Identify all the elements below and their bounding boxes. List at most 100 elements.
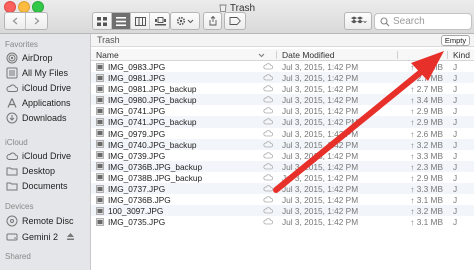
sidebar-item-label: Documents bbox=[22, 180, 68, 191]
cloud-icon bbox=[263, 196, 273, 203]
file-kind: J bbox=[453, 195, 458, 206]
table-row[interactable]: IMG_0981.JPG Jul 3, 2015, 1:42 PM ↑ 2.7 MB… bbox=[91, 72, 474, 84]
file-icon bbox=[96, 140, 104, 148]
back-button[interactable] bbox=[5, 13, 26, 29]
sidebar-item-documents[interactable]: Documents bbox=[6, 179, 90, 192]
file-name: IMG_0981.JPG_backup bbox=[108, 84, 197, 95]
file-size-value: 3.2 MB bbox=[416, 139, 443, 150]
file-icon bbox=[96, 95, 104, 104]
column-view-icon bbox=[134, 16, 146, 26]
sidebar-item-applications[interactable]: Applications bbox=[6, 96, 90, 109]
cloud-icon bbox=[263, 140, 273, 148]
tag-icon bbox=[229, 17, 241, 25]
cloud-icon bbox=[263, 152, 273, 159]
search-icon bbox=[380, 17, 390, 27]
file-icon bbox=[96, 118, 104, 126]
file-size-value: 2.7 MB bbox=[416, 73, 443, 84]
file-name: IMG_0736B.JPG bbox=[108, 195, 171, 206]
file-name: IMG_0739.JPG bbox=[108, 150, 166, 161]
file-size: ↑ 3.1 MB bbox=[402, 195, 443, 205]
icon-view-button[interactable] bbox=[93, 13, 112, 29]
file-size-value: 2.7 MB bbox=[416, 84, 443, 95]
file-size: ↑ 3.2 MB bbox=[402, 206, 443, 216]
file-size: ↑ 3.3 MB bbox=[402, 62, 443, 72]
sidebar-item-airdrop[interactable]: AirDrop bbox=[6, 51, 90, 64]
file-kind: J bbox=[453, 117, 458, 128]
file-name: IMG_0737.JPG bbox=[108, 184, 166, 195]
file-kind: J bbox=[453, 150, 458, 161]
eject-icon[interactable] bbox=[66, 232, 75, 241]
cloud-icon bbox=[263, 207, 273, 214]
column-header-kind[interactable]: Kind bbox=[453, 50, 470, 60]
file-kind: J bbox=[453, 128, 458, 139]
table-row[interactable]: 100_3097.JPG Jul 3, 2015, 1:42 PM ↑ 3.2 MB… bbox=[91, 205, 474, 217]
table-row[interactable]: IMG_0735.JPG Jul 3, 2015, 1:42 PM ↑ 3.1 MB… bbox=[91, 216, 474, 227]
table-row[interactable]: IMG_0737.JPG Jul 3, 2015, 1:42 PM ↑ 3.3 MB… bbox=[91, 183, 474, 195]
file-icon bbox=[96, 206, 104, 215]
list-view-icon bbox=[116, 16, 126, 26]
sidebar-heading-shared: Shared bbox=[5, 252, 31, 261]
arrange-button[interactable] bbox=[170, 12, 200, 30]
applications-icon bbox=[7, 97, 17, 108]
file-date-modified: Jul 3, 2015, 1:42 PM bbox=[282, 73, 359, 84]
sidebar-item-icloud-drive-2[interactable]: iCloud Drive bbox=[6, 149, 90, 162]
table-row[interactable]: IMG_0736B.JPG Jul 3, 2015, 1:42 PM ↑ 3.1 M… bbox=[91, 194, 474, 205]
table-row[interactable]: IMG_0736B.JPG_backup Jul 3, 2015, 1:42 PM… bbox=[91, 160, 474, 172]
file-date-modified: Jul 3, 2015, 1:42 PM bbox=[282, 206, 359, 217]
search-input[interactable] bbox=[393, 15, 469, 28]
sidebar-item-desktop[interactable]: Desktop bbox=[6, 164, 90, 177]
share-button[interactable] bbox=[203, 12, 222, 30]
tags-button[interactable] bbox=[224, 12, 246, 30]
file-browser: Trash Empty Name Date Modified Kind IMG_… bbox=[91, 34, 474, 270]
table-row[interactable]: IMG_0741.JPG_backup Jul 3, 2015, 1:42 PM ↑… bbox=[91, 116, 474, 128]
sidebar-item-gemini-2[interactable]: Gemini 2 bbox=[6, 230, 90, 243]
file-size-value: 3.4 MB bbox=[416, 95, 443, 106]
trash-icon bbox=[219, 4, 227, 12]
cloud-icon bbox=[263, 118, 273, 125]
cover-flow-button[interactable] bbox=[150, 13, 170, 29]
file-date-modified: Jul 3, 2015, 1:42 PM bbox=[282, 95, 359, 106]
back-forward-control bbox=[4, 12, 48, 30]
sidebar-heading-favorites: Favorites bbox=[5, 40, 38, 49]
dropbox-button[interactable] bbox=[344, 12, 372, 30]
file-size-value: 3.1 MB bbox=[416, 195, 443, 206]
column-header-date-modified[interactable]: Date Modified bbox=[282, 50, 334, 60]
cloud-icon bbox=[263, 107, 273, 114]
file-icon bbox=[96, 84, 104, 93]
forward-button[interactable] bbox=[26, 13, 47, 29]
sidebar-item-icloud-drive[interactable]: iCloud Drive bbox=[6, 81, 90, 94]
sidebar-item-remote-disc[interactable]: Remote Disc bbox=[6, 214, 90, 227]
chevron-left-icon bbox=[12, 17, 18, 25]
table-row[interactable]: IMG_0739.JPG Jul 3, 2015, 1:42 PM ↑ 3.3 MB… bbox=[91, 150, 474, 161]
folder-icon bbox=[6, 167, 18, 175]
sidebar-item-downloads[interactable]: Downloads bbox=[6, 111, 90, 124]
file-icon bbox=[96, 218, 104, 226]
table-row[interactable]: IMG_0741.JPG Jul 3, 2015, 1:42 PM ↑ 2.9 MB… bbox=[91, 105, 474, 116]
table-row[interactable]: IMG_0983.JPG Jul 3, 2015, 1:42 PM ↑ 3.3 MB… bbox=[91, 61, 474, 72]
table-row[interactable]: IMG_0979.JPG Jul 3, 2015, 1:42 PM ↑ 2.6 MB… bbox=[91, 128, 474, 139]
file-name: IMG_0983.JPG bbox=[108, 62, 166, 72]
file-date-modified: Jul 3, 2015, 1:42 PM bbox=[282, 172, 359, 183]
dropbox-icon bbox=[351, 16, 367, 24]
file-kind: J bbox=[453, 206, 458, 217]
file-size-value: 2.9 MB bbox=[416, 117, 443, 128]
file-size-value: 2.9 MB bbox=[416, 106, 443, 117]
search-field[interactable] bbox=[374, 13, 472, 30]
sidebar-item-label: iCloud Drive bbox=[22, 82, 72, 93]
drive-icon bbox=[6, 233, 18, 240]
file-date-modified: Jul 3, 2015, 1:42 PM bbox=[282, 150, 359, 161]
file-name: IMG_0740.JPG_backup bbox=[108, 139, 197, 150]
file-kind: J bbox=[453, 62, 458, 72]
file-icon bbox=[96, 107, 104, 115]
sidebar-item-all-my-files[interactable]: All My Files bbox=[6, 66, 90, 79]
empty-trash-button[interactable]: Empty bbox=[441, 35, 470, 46]
column-header-name[interactable]: Name bbox=[96, 50, 119, 60]
table-row[interactable]: IMG_0738B.JPG_backup Jul 3, 2015, 1:42 PM… bbox=[91, 172, 474, 183]
table-row[interactable]: IMG_0981.JPG_backup Jul 3, 2015, 1:42 PM ↑… bbox=[91, 83, 474, 94]
table-row[interactable]: IMG_0740.JPG_backup Jul 3, 2015, 1:42 PM ↑… bbox=[91, 138, 474, 150]
file-name: IMG_0980.JPG_backup bbox=[108, 95, 197, 106]
table-row[interactable]: IMG_0980.JPG_backup Jul 3, 2015, 1:42 PM ↑… bbox=[91, 94, 474, 106]
column-view-button[interactable] bbox=[131, 13, 150, 29]
share-icon bbox=[209, 16, 216, 26]
list-view-button[interactable] bbox=[112, 13, 131, 29]
